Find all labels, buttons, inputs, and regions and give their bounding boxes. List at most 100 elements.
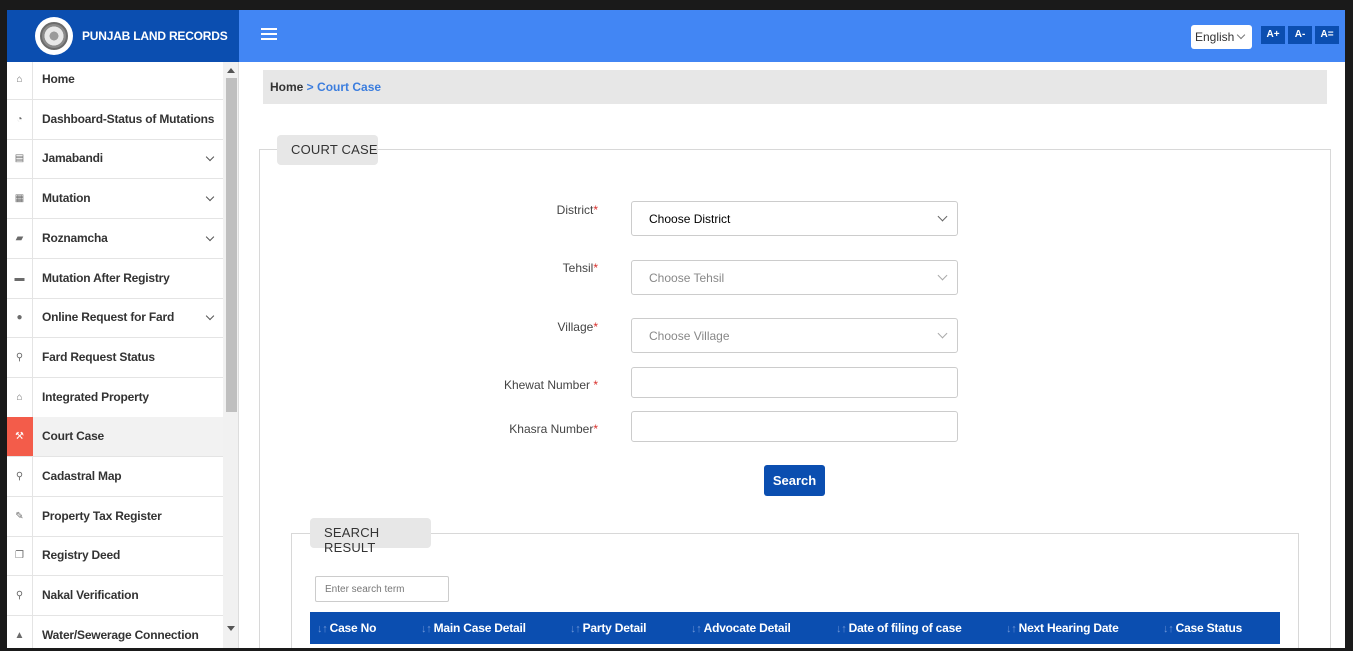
breadcrumb-home-link[interactable]: Home xyxy=(270,80,303,94)
hamburger-menu-icon[interactable] xyxy=(261,25,277,45)
sidebar-item-fard-request-status[interactable]: ⚲ Fard Request Status xyxy=(7,337,223,378)
table-search-input[interactable] xyxy=(315,576,449,602)
village-select[interactable]: Choose Village xyxy=(631,318,958,353)
tehsil-label: Tehsil* xyxy=(562,261,598,275)
district-select-value: Choose District xyxy=(649,212,731,226)
required-mark: * xyxy=(593,378,598,392)
chevron-down-icon xyxy=(205,232,215,242)
sidebar-item-label: Nakal Verification xyxy=(42,588,139,603)
sidebar-item-home[interactable]: ⌂ Home xyxy=(7,62,223,100)
chevron-down-icon xyxy=(205,192,215,202)
khasra-number-input[interactable] xyxy=(631,411,958,442)
sort-icon: ↓↑ xyxy=(836,623,847,635)
sidebar-scrollbar-thumb[interactable] xyxy=(226,78,237,412)
sidebar-item-label: Mutation After Registry xyxy=(42,270,170,285)
sort-icon: ↓↑ xyxy=(691,623,702,635)
scroll-up-arrow-icon[interactable] xyxy=(227,68,235,73)
column-header-label: Next Hearing Date xyxy=(1018,621,1119,635)
column-header-next-hearing-date[interactable]: ↓↑ Next Hearing Date xyxy=(1006,621,1119,635)
required-mark: * xyxy=(593,422,598,436)
column-header-party-detail[interactable]: ↓↑ Party Detail xyxy=(570,621,646,635)
column-header-label: Date of filing of case xyxy=(848,621,962,635)
village-label: Village* xyxy=(557,320,598,334)
gavel-icon: ⚒ xyxy=(7,417,33,457)
column-header-label: Case No xyxy=(329,621,377,635)
column-header-date-of-filing-of-case[interactable]: ↓↑ Date of filing of case xyxy=(836,621,962,635)
chevron-down-icon xyxy=(205,311,215,321)
column-header-main-case-detail[interactable]: ↓↑ Main Case Detail xyxy=(421,621,526,635)
sidebar-item-label: Court Case xyxy=(42,429,105,444)
copy-icon: ❐ xyxy=(7,536,33,576)
column-header-case-status[interactable]: ↓↑ Case Status xyxy=(1163,621,1242,635)
sidebar-item-online-request-for-fard[interactable]: ● Online Request for Fard xyxy=(7,298,223,339)
sidebar-item-mutation[interactable]: ▦ Mutation xyxy=(7,179,223,220)
sidebar-item-label: Property Tax Register xyxy=(42,508,162,523)
sidebar-item-dashboard-status-of-mutations[interactable]: ◔ Dashboard-Status of Mutations xyxy=(7,99,223,140)
column-header-label: Main Case Detail xyxy=(433,621,526,635)
sidebar-item-label: Roznamcha xyxy=(42,230,108,245)
font-reset-button[interactable]: A= xyxy=(1315,26,1339,44)
chevron-down-icon xyxy=(1236,30,1246,40)
font-decrease-button[interactable]: A- xyxy=(1288,26,1312,44)
sidebar-item-cadastral-map[interactable]: ⚲ Cadastral Map xyxy=(7,457,223,497)
sidebar-item-court-case[interactable]: ⚒ Court Case xyxy=(7,417,223,458)
required-mark: * xyxy=(593,203,598,217)
sort-icon: ↓↑ xyxy=(1163,623,1174,635)
required-mark: * xyxy=(593,320,598,334)
breadcrumb: Home > Court Case xyxy=(263,70,1327,104)
tehsil-select[interactable]: Choose Tehsil xyxy=(631,260,958,295)
sidebar-item-nakal-verification[interactable]: ⚲ Nakal Verification xyxy=(7,576,223,617)
scroll-down-arrow-icon[interactable] xyxy=(227,626,235,631)
district-select[interactable]: Choose District xyxy=(631,201,958,236)
required-mark: * xyxy=(593,261,598,275)
chevron-down-icon xyxy=(937,270,948,281)
sort-icon: ↓↑ xyxy=(570,623,581,635)
page: PUNJAB LAND RECORDS English A+ A- A= ⌂ Ho… xyxy=(7,10,1345,648)
brand-title: PUNJAB LAND RECORDS xyxy=(82,29,228,43)
column-header-label: Advocate Detail xyxy=(703,621,791,635)
brand-header[interactable]: PUNJAB LAND RECORDS xyxy=(7,10,239,62)
sidebar-item-integrated-property[interactable]: ⌂ Integrated Property xyxy=(7,377,223,418)
language-value: English xyxy=(1195,30,1235,44)
sort-icon: ↓↑ xyxy=(421,623,432,635)
sidebar-item-label: Fard Request Status xyxy=(42,349,155,364)
sidebar-item-roznamcha[interactable]: ▰ Roznamcha xyxy=(7,218,223,259)
dashboard-icon: ◔ xyxy=(7,99,33,139)
chevron-down-icon xyxy=(205,153,215,162)
home-icon: ⌂ xyxy=(7,62,33,99)
sidebar-item-label: Mutation xyxy=(42,191,91,206)
sidebar-item-jamabandi[interactable]: ▤ Jamabandi xyxy=(7,139,223,180)
search-result-legend: SEARCH RESULT xyxy=(310,518,431,555)
search-icon: ⚲ xyxy=(7,337,33,377)
search-button[interactable]: Search xyxy=(764,465,825,496)
map-marker-icon: ⚲ xyxy=(7,457,33,496)
top-navbar: English A+ A- A= xyxy=(239,10,1345,62)
sidebar-item-label: Home xyxy=(42,72,75,86)
column-header-case-no[interactable]: ↓↑ Case No xyxy=(317,621,376,635)
district-label: District* xyxy=(556,203,598,217)
sidebar-item-label: Registry Deed xyxy=(42,548,121,563)
column-header-label: Case Status xyxy=(1175,621,1243,635)
court-case-legend: COURT CASE xyxy=(277,135,378,165)
khewat-number-label: Khewat Number * xyxy=(503,378,598,392)
language-select[interactable]: English xyxy=(1191,25,1252,49)
chevron-down-icon xyxy=(937,328,948,339)
sidebar-item-registry-deed[interactable]: ❐ Registry Deed xyxy=(7,536,223,577)
breadcrumb-current: Court Case xyxy=(317,80,382,94)
sidebar-item-label: Jamabandi xyxy=(42,151,103,166)
id-card-icon: ▤ xyxy=(7,139,33,179)
sidebar-item-property-tax-register[interactable]: ✎ Property Tax Register xyxy=(7,496,223,537)
column-header-label: Party Detail xyxy=(582,621,647,635)
column-header-advocate-detail[interactable]: ↓↑ Advocate Detail xyxy=(691,621,791,635)
results-table-header: ↓↑ Case No ↓↑ Main Case Detail ↓↑ Party Detai… xyxy=(310,612,1280,644)
sidebar-item-mutation-after-registry[interactable]: ▬ Mutation After Registry xyxy=(7,258,223,299)
font-increase-button[interactable]: A+ xyxy=(1261,26,1285,44)
sidebar-item-label: Dashboard-Status of Mutations xyxy=(42,111,215,126)
sidebar-item-label: Cadastral Map xyxy=(42,469,122,483)
sidebar-item-water-sewerage-connection[interactable]: ▲ Water/Sewerage Connection xyxy=(7,615,223,648)
khewat-number-input[interactable] xyxy=(631,367,958,398)
punjab-emblem-logo xyxy=(35,17,73,55)
document-icon: ▦ xyxy=(7,179,33,219)
sort-icon: ↓↑ xyxy=(317,623,328,635)
drop-icon: ● xyxy=(7,298,33,338)
